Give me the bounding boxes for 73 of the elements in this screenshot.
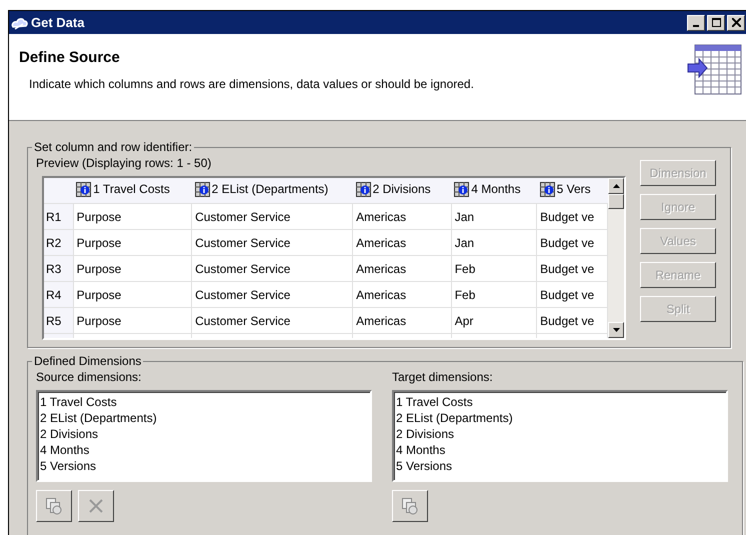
table-cell: Jan [451, 230, 537, 256]
table-cell: Americas [352, 230, 452, 256]
table-cell: Jan [451, 204, 537, 230]
window-title: Get Data [31, 15, 84, 30]
table-arrow-icon [687, 44, 743, 96]
close-icon [732, 18, 740, 27]
vertical-scrollbar[interactable] [608, 178, 624, 338]
up-arrow-icon [612, 184, 620, 188]
table-cell: Customer Service [192, 282, 353, 308]
down-arrow-icon [612, 328, 620, 332]
table-cell: Americas [352, 282, 452, 308]
scrollbar-thumb[interactable] [608, 194, 624, 209]
list-item[interactable]: 4 Months [40, 442, 368, 458]
maximize-button[interactable] [707, 14, 725, 30]
table-cell: Americas [352, 204, 452, 230]
maximize-icon [712, 18, 720, 27]
copy-button[interactable] [36, 490, 72, 522]
table-cell: Purpose [73, 230, 192, 256]
info-grid-icon [454, 182, 470, 196]
info-grid-icon [194, 182, 210, 196]
preview-label: Preview (Displaying rows: 1 - 50) [36, 156, 212, 170]
minimize-button[interactable] [687, 14, 705, 30]
row-header: R2 [44, 230, 74, 256]
column-header[interactable]: 1 Travel Costs [73, 178, 192, 204]
table-cell: Apr [451, 308, 537, 334]
group-title: Set column and row identifier: [33, 140, 194, 154]
list-item[interactable]: 1 Travel Costs [396, 394, 724, 410]
column-header[interactable]: 2 Divisions [352, 178, 452, 204]
list-box[interactable]: 1 Travel Costs 2 EList (Departments) 2 Divisions 4 Months 5 Versions [392, 390, 728, 482]
table-cell: Customer Service [192, 256, 353, 282]
info-grid-icon [356, 182, 371, 196]
info-grid-icon [76, 182, 92, 196]
column-header[interactable]: 5 Vers [536, 178, 608, 204]
list-item[interactable]: 5 Versions [40, 458, 368, 474]
row-header: R5 [44, 308, 74, 334]
list-label: Target dimensions: [392, 370, 494, 384]
group-title: Defined Dimensions [33, 354, 142, 368]
row-header: R1 [44, 204, 74, 230]
page-title: Define Source [19, 49, 121, 66]
column-header[interactable]: 4 Months [451, 178, 537, 204]
row-header: R4 [44, 282, 74, 308]
copy-icon [45, 497, 63, 515]
close-button[interactable] [727, 14, 745, 30]
list-item[interactable]: 1 Travel Costs [40, 394, 368, 410]
row-header: R3 [44, 256, 74, 282]
table-cell: Customer Service [192, 230, 353, 256]
delete-icon [88, 498, 104, 514]
list-item[interactable]: 4 Months [396, 442, 724, 458]
list-item[interactable]: 2 EList (Departments) [40, 410, 368, 426]
table-cell: Purpose [73, 308, 192, 334]
table-cell: Feb [451, 256, 537, 282]
table-cell: Customer Service [192, 308, 353, 334]
list-item[interactable]: 2 EList (Departments) [396, 410, 724, 426]
minimize-icon [693, 24, 699, 26]
table-cell: Purpose [73, 256, 192, 282]
table-cell: Purpose [73, 282, 192, 308]
list-label: Source dimensions: [36, 370, 142, 384]
list-item[interactable]: 2 Divisions [396, 426, 724, 442]
list-item[interactable]: 2 Divisions [40, 426, 368, 442]
column-header[interactable]: 2 EList (Departments) [192, 178, 353, 204]
table-cell: Feb [451, 282, 537, 308]
table-cell: Purpose [73, 204, 192, 230]
table-cell: Americas [352, 308, 452, 334]
table-cell: Americas [352, 256, 452, 282]
delete-button[interactable] [78, 490, 114, 522]
table-cell: Budget ve [536, 204, 608, 230]
list-item[interactable]: 5 Versions [396, 458, 724, 474]
copy-icon [401, 497, 419, 515]
list-box[interactable]: 1 Travel Costs 2 EList (Departments) 2 Divisions 4 Months 5 Versions [36, 390, 372, 482]
page-description: Indicate which columns and rows are dimensions, data values or should be ignored. [29, 77, 475, 91]
copy-button[interactable] [392, 490, 428, 522]
table-cell: Customer Service [192, 204, 353, 230]
info-grid-icon [540, 182, 555, 196]
